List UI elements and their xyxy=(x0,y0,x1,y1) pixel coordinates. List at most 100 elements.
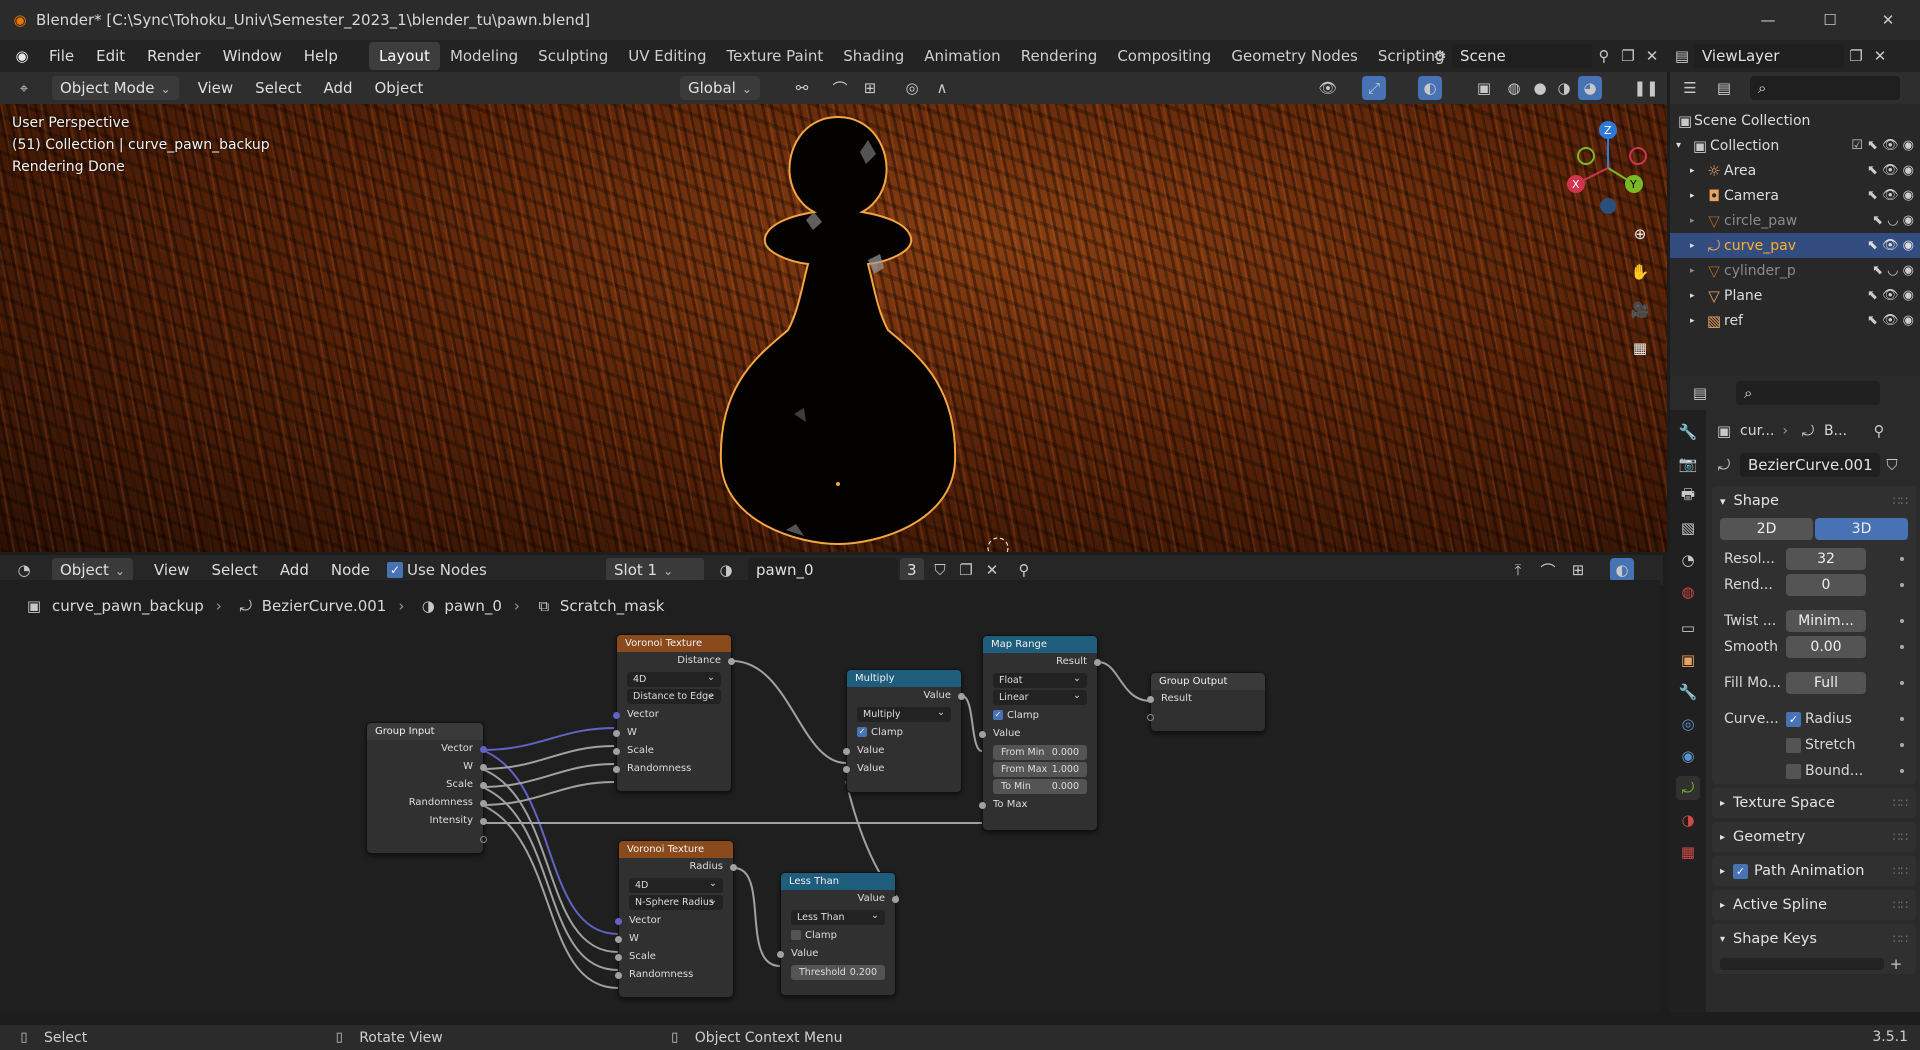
shape-keys-list[interactable]: + xyxy=(1712,954,1916,974)
socket-output[interactable] xyxy=(480,800,487,807)
view-layer-icon[interactable]: ▤ xyxy=(1670,44,1694,68)
tab-compositing[interactable]: Compositing xyxy=(1107,42,1221,70)
render-tab-icon[interactable]: 📷 xyxy=(1676,452,1700,476)
ne-menu-add[interactable]: Add xyxy=(269,561,320,579)
path-animation-checkbox[interactable]: ✓ xyxy=(1733,863,1749,879)
vp-menu-select[interactable]: Select xyxy=(244,79,312,97)
outliner-restrict-icons[interactable]: ⬉ 👁 ◉ xyxy=(1867,188,1914,203)
output-tab-icon[interactable]: 🖶 xyxy=(1676,484,1700,508)
clamp-row[interactable]: ✓ Clamp xyxy=(983,707,1097,725)
object-tab-icon[interactable]: ▣ xyxy=(1676,648,1700,672)
panel-header[interactable]: ▾ Shape Keys ∷∷ xyxy=(1712,924,1916,954)
feature-dropdown[interactable]: N-Sphere Radius xyxy=(629,893,723,910)
socket-output[interactable] xyxy=(958,693,965,700)
collection-tab-icon[interactable]: ▭ xyxy=(1676,616,1700,640)
node-snap-icon[interactable]: ⌒ xyxy=(1536,558,1560,582)
outliner-item[interactable]: ▸ ▽ Plane ⬉ 👁 ◉ xyxy=(1670,283,1920,308)
display-mode-icon[interactable]: ▤ xyxy=(1712,76,1736,100)
node-snap-target-icon[interactable]: ⊞ xyxy=(1566,558,1590,582)
zoom-icon[interactable]: ⊕ xyxy=(1628,222,1652,246)
socket-input[interactable] xyxy=(979,731,986,738)
unlink-material-icon[interactable]: ✕ xyxy=(980,558,1004,582)
outliner-item-selected[interactable]: ▸ ⤾ curve_pav ⬉ 👁 ◉ xyxy=(1670,233,1920,258)
menu-window[interactable]: Window xyxy=(212,47,293,65)
tab-shading[interactable]: Shading xyxy=(833,42,914,70)
view-layer-field[interactable]: ViewLayer xyxy=(1694,44,1844,68)
material-name-field[interactable]: pawn_0 xyxy=(748,558,898,582)
parent-node-tree-icon[interactable]: ⤒ xyxy=(1506,558,1530,582)
use-nodes-toggle[interactable]: ✓ Use Nodes xyxy=(387,561,487,579)
3d-viewport[interactable]: User Perspective (51) Collection | curve… xyxy=(0,104,1667,552)
falloff-icon[interactable]: ∧ xyxy=(930,76,954,100)
node-header[interactable]: Less Than xyxy=(781,873,895,890)
shape-keys-list-box[interactable] xyxy=(1720,958,1884,970)
scene-icon[interactable]: ⚙ xyxy=(1428,44,1452,68)
maximize-icon[interactable]: ☐ xyxy=(1818,8,1842,32)
socket-output[interactable] xyxy=(730,864,737,871)
node-header[interactable]: Voronoi Texture xyxy=(617,635,731,652)
tab-animation[interactable]: Animation xyxy=(914,42,1010,70)
minimize-icon[interactable]: — xyxy=(1756,8,1780,32)
rendered-shading-icon[interactable]: ◕ xyxy=(1578,76,1602,100)
tool-tab-icon[interactable]: 🔧 xyxy=(1676,420,1700,444)
smooth-field[interactable]: 0.00 xyxy=(1786,636,1866,658)
delete-scene-icon[interactable]: ✕ xyxy=(1640,44,1664,68)
socket-input[interactable] xyxy=(979,802,986,809)
socket-output[interactable] xyxy=(480,818,487,825)
socket-empty[interactable] xyxy=(480,836,487,843)
clamp-checkbox[interactable]: ✓ xyxy=(993,710,1003,720)
outliner-restrict-icons[interactable]: ⬉ ◡ ◉ xyxy=(1872,213,1914,228)
tab-geometry-nodes[interactable]: Geometry Nodes xyxy=(1221,42,1368,70)
panel-header[interactable]: ▸ Texture Space ∷∷ xyxy=(1712,788,1916,818)
node-group-input[interactable]: Group Input Vector W Scale Randomness In… xyxy=(366,722,487,854)
use-nodes-checkbox[interactable]: ✓ xyxy=(387,562,404,578)
socket-output[interactable] xyxy=(480,764,487,771)
3d-button[interactable]: 3D xyxy=(1815,518,1908,540)
new-scene-icon[interactable]: ❐ xyxy=(1616,44,1640,68)
outliner-editor-icon[interactable]: ☰ xyxy=(1678,76,1702,100)
slot-dropdown[interactable]: Slot 1 xyxy=(606,558,704,582)
ne-menu-select[interactable]: Select xyxy=(201,561,269,579)
render-resolution-field[interactable]: 0 xyxy=(1786,574,1866,596)
menu-render[interactable]: Render xyxy=(136,47,211,65)
material-browse-icon[interactable]: ◑ xyxy=(714,558,738,582)
socket-output[interactable] xyxy=(1094,659,1101,666)
texture-space-panel[interactable]: ▸ Texture Space ∷∷ xyxy=(1712,788,1916,818)
socket-output[interactable] xyxy=(892,896,899,903)
socket-input[interactable] xyxy=(843,766,850,773)
menu-help[interactable]: Help xyxy=(293,47,349,65)
fill-mode-dropdown[interactable]: Full xyxy=(1786,672,1866,694)
close-icon[interactable]: ✕ xyxy=(1876,8,1900,32)
wireframe-shading-icon[interactable]: ◍ xyxy=(1502,76,1526,100)
shape-keys-panel[interactable]: ▾ Shape Keys ∷∷ + xyxy=(1712,924,1916,974)
socket-input[interactable] xyxy=(613,766,620,773)
new-view-layer-icon[interactable]: ❐ xyxy=(1844,44,1868,68)
from-max-field[interactable]: From Max 1.000 xyxy=(993,762,1087,777)
scene-tab-icon[interactable]: ◔ xyxy=(1676,548,1700,572)
view-layer-tab-icon[interactable]: ▧ xyxy=(1676,516,1700,540)
radius-checkbox[interactable]: ✓ xyxy=(1786,711,1801,727)
socket-input[interactable] xyxy=(613,730,620,737)
clamp-checkbox[interactable]: ✓ xyxy=(857,727,867,737)
outliner-item[interactable]: ▸ ▽ circle_paw ⬉ ◡ ◉ xyxy=(1670,208,1920,233)
twist-dropdown[interactable]: Minim... xyxy=(1786,610,1866,632)
properties-search-field[interactable]: ⌕ xyxy=(1736,381,1880,405)
ortho-grid-icon[interactable]: ▦ xyxy=(1628,336,1652,360)
pin-icon[interactable]: ⚲ xyxy=(1867,419,1891,443)
node-header[interactable]: Multiply xyxy=(847,670,961,687)
socket-input[interactable] xyxy=(615,918,622,925)
xray-icon[interactable]: ▣ xyxy=(1472,76,1496,100)
node-group-output[interactable]: Group Output Result xyxy=(1147,672,1266,732)
material-shading-icon[interactable]: ◑ xyxy=(1552,76,1576,100)
pause-render-icon[interactable]: ❚❚ xyxy=(1633,76,1658,100)
node-voronoi-texture-1[interactable]: Voronoi Texture Distance 4D Distance to … xyxy=(613,634,735,792)
clamp-row[interactable]: ✓ Clamp xyxy=(847,724,961,742)
outliner-item[interactable]: ▸ ☼ Area ⬉ 👁 ◉ xyxy=(1670,158,1920,183)
socket-input[interactable] xyxy=(613,712,620,719)
data-type-dropdown[interactable]: Float xyxy=(993,671,1087,688)
tab-sculpting[interactable]: Sculpting xyxy=(528,42,618,70)
shape-panel-header[interactable]: ▾ Shape ∷∷ xyxy=(1712,486,1916,516)
interpolation-dropdown[interactable]: Linear xyxy=(993,688,1087,705)
snap-target-icon[interactable]: ⊞ xyxy=(858,76,882,100)
visibility-icon[interactable]: 👁 xyxy=(1316,76,1340,100)
